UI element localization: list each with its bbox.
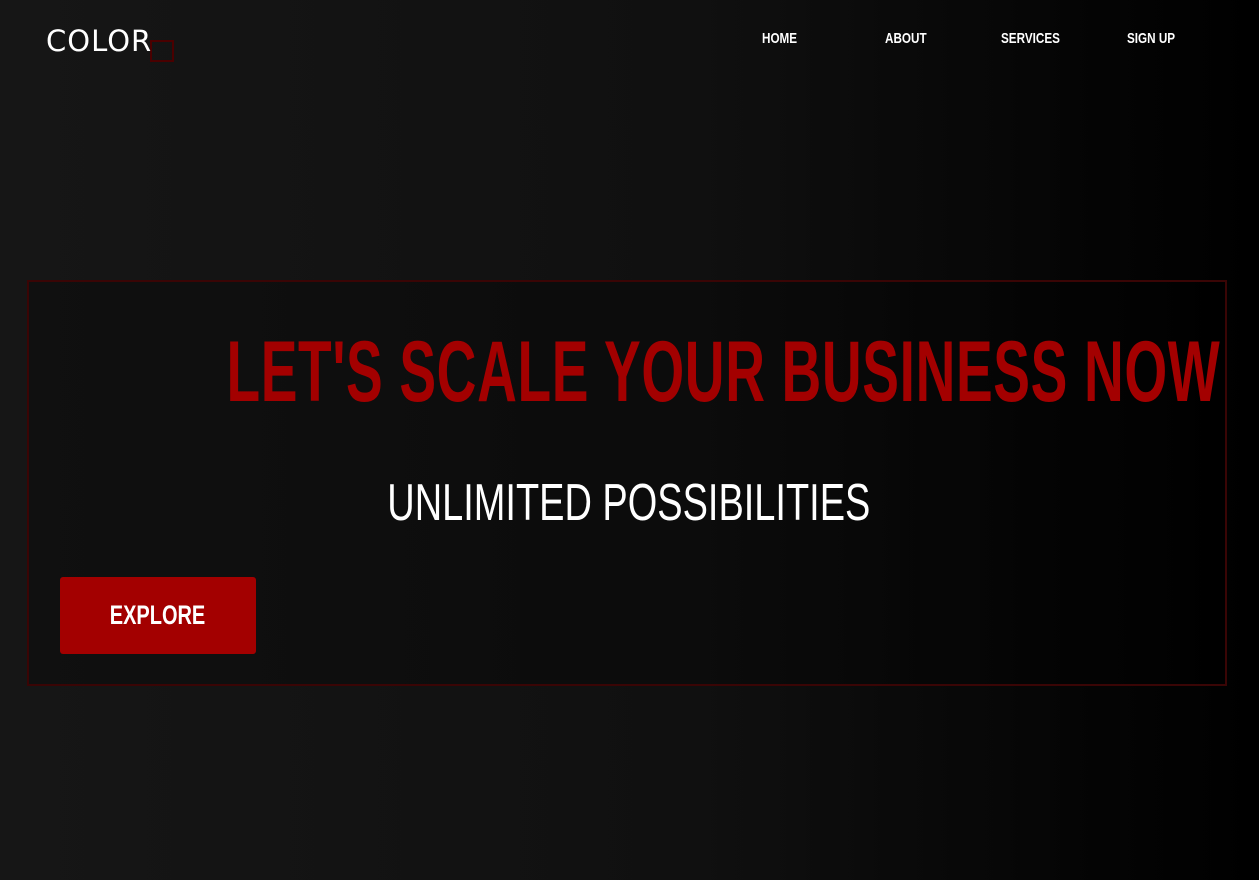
hero-subheadline: UNLIMITED POSSIBILITIES (387, 474, 871, 532)
main-navigation: HOME ABOUT SERVICES SIGN UP (0, 30, 1259, 50)
nav-link-services[interactable]: SERVICES (1001, 30, 1060, 47)
explore-button-label: EXPLORE (110, 600, 206, 630)
hero-headline: LET'S SCALE YOUR BUSINESS NOW (226, 324, 1221, 420)
logo-square-mark (150, 40, 174, 62)
nav-link-sign-up[interactable]: SIGN UP (1127, 30, 1175, 47)
nav-link-home[interactable]: HOME (762, 30, 797, 47)
brand-logo[interactable]: COLOR (46, 24, 174, 64)
logo-text: COLOR (46, 24, 153, 58)
explore-button[interactable]: EXPLORE (60, 577, 256, 654)
nav-link-about[interactable]: ABOUT (885, 30, 927, 47)
